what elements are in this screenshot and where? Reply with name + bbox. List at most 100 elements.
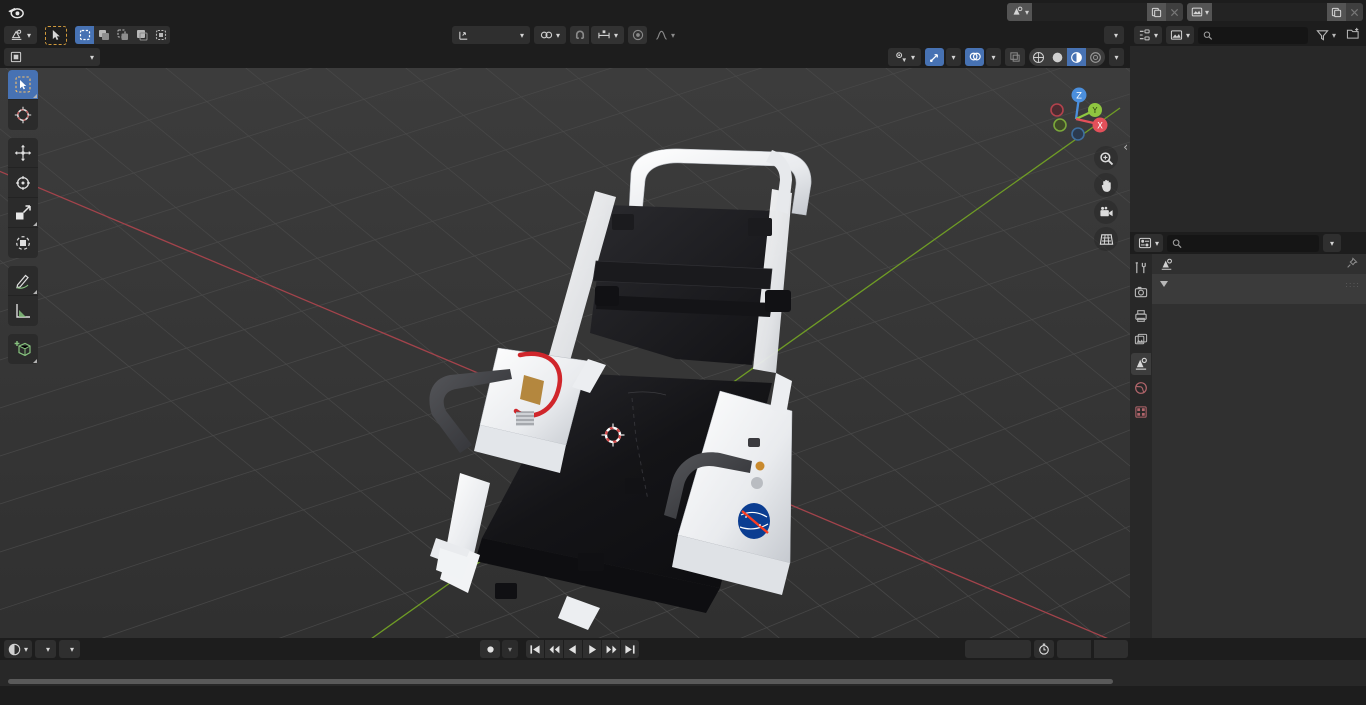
outliner-filter-dropdown[interactable]: ▾: [1312, 26, 1340, 44]
view-layer-icon[interactable]: ▾: [1186, 3, 1212, 21]
snap-target-dropdown[interactable]: ▾: [591, 26, 625, 44]
view-layer-id-block[interactable]: ▾: [1186, 3, 1363, 21]
toggle-perspective-icon[interactable]: [1094, 227, 1118, 251]
timeline-horizontal-scrollbar[interactable]: [8, 679, 1113, 684]
properties-search-field[interactable]: [1185, 236, 1315, 250]
current-frame-field[interactable]: [965, 640, 1031, 658]
select-subtract-icon[interactable]: [113, 26, 133, 44]
play-icon[interactable]: [583, 640, 601, 658]
zoom-icon[interactable]: [1094, 146, 1118, 170]
properties-tab-view-layer[interactable]: [1131, 329, 1151, 351]
solid-shading-icon[interactable]: [1048, 48, 1067, 66]
outliner-display-mode-dropdown[interactable]: ▾: [1134, 26, 1163, 44]
properties-tab-texture[interactable]: [1131, 401, 1151, 423]
stopwatch-icon[interactable]: [1034, 640, 1054, 658]
rotate-tool-button[interactable]: [8, 168, 38, 198]
frame-end-field[interactable]: [1094, 640, 1128, 658]
properties-search-input[interactable]: [1167, 234, 1320, 252]
object-mode-dropdown[interactable]: ▾: [4, 48, 100, 66]
jump-next-keyframe-icon[interactable]: [602, 640, 620, 658]
transport-controls: [526, 640, 639, 658]
jump-to-end-icon[interactable]: [621, 640, 639, 658]
annotate-tool-button[interactable]: [8, 266, 38, 296]
gizmo-dropdown[interactable]: ▾: [946, 48, 961, 66]
navigation-gizmo[interactable]: Z Y X: [1036, 76, 1108, 148]
scene-panel-fields: [1152, 294, 1366, 304]
view-layer-remove-button[interactable]: [1346, 3, 1363, 21]
outliner-search-input[interactable]: [1198, 26, 1308, 44]
tweak-tool-button[interactable]: [8, 70, 38, 100]
chevron-down-icon[interactable]: ▾: [1323, 234, 1342, 252]
timeline-keying-dropdown[interactable]: ▾: [59, 640, 81, 658]
overlays-dropdown[interactable]: ▾: [986, 48, 1001, 66]
timeline-playback-dropdown[interactable]: ▾: [35, 640, 57, 658]
scene-panel-header[interactable]: ::::: [1152, 274, 1366, 294]
material-preview-shading-icon[interactable]: [1067, 48, 1086, 66]
rendered-shading-icon[interactable]: [1086, 48, 1105, 66]
view-layer-name-field[interactable]: [1212, 3, 1327, 21]
timeline-marker-menu[interactable]: [102, 640, 118, 658]
transform-orientation-dropdown[interactable]: ▾: [452, 26, 530, 44]
select-invert-icon[interactable]: [132, 26, 152, 44]
wireframe-shading-icon[interactable]: [1029, 48, 1048, 66]
scene-id-block[interactable]: ▾: [1006, 3, 1183, 21]
add-cube-tool-button[interactable]: [8, 334, 38, 364]
timeline-view-menu[interactable]: [83, 640, 99, 658]
viewport-canvas[interactable]: Z Y X ‹: [0, 68, 1130, 638]
new-copy-icon[interactable]: [1327, 3, 1346, 21]
viewport-nav-buttons: [1094, 146, 1118, 251]
new-collection-icon[interactable]: [1344, 27, 1362, 43]
auto-keying-toggle[interactable]: [480, 640, 500, 658]
auto-keying-dropdown[interactable]: ▾: [502, 640, 518, 658]
properties-tab-render[interactable]: [1131, 281, 1151, 303]
active-tool-icon[interactable]: ▾: [4, 26, 38, 44]
move-tool-button[interactable]: [8, 138, 38, 168]
gizmo-icon[interactable]: [925, 48, 944, 66]
select-mode-group[interactable]: [75, 26, 171, 44]
pan-hand-icon[interactable]: [1094, 173, 1118, 197]
scene-icon[interactable]: ▾: [1006, 3, 1032, 21]
pin-icon[interactable]: [1346, 256, 1358, 272]
snap-magnet-icon[interactable]: [570, 26, 590, 44]
measure-tool-button[interactable]: [8, 296, 38, 326]
outliner-filter-id-dropdown[interactable]: ▾: [1166, 26, 1195, 44]
pivot-point-dropdown[interactable]: ▾: [534, 26, 567, 44]
overlays-icon[interactable]: [965, 48, 984, 66]
select-set-icon[interactable]: [75, 26, 95, 44]
timeline-editor: ▾ ▾ ▾ ▾: [0, 638, 1366, 686]
properties-tab-scene[interactable]: [1131, 353, 1151, 375]
scene-name-field[interactable]: [1031, 3, 1147, 21]
transform-tool-button[interactable]: [8, 228, 38, 258]
frame-start-field[interactable]: [1057, 640, 1091, 658]
blender-logo-icon[interactable]: [0, 0, 30, 24]
sidebar-collapse-arrow-icon[interactable]: ‹: [1123, 140, 1128, 154]
xray-icon[interactable]: [1005, 48, 1025, 66]
scene-unlink-button[interactable]: [1165, 3, 1183, 21]
play-reverse-icon[interactable]: [564, 640, 582, 658]
properties-editor-type-dropdown[interactable]: ▾: [1134, 234, 1164, 252]
properties-tab-world[interactable]: [1131, 377, 1151, 399]
shading-mode-group[interactable]: [1029, 48, 1105, 66]
search-icon: [1172, 238, 1182, 248]
nasa-chair-model[interactable]: [0, 68, 1130, 638]
shading-dropdown[interactable]: ▾: [1109, 48, 1124, 66]
properties-tab-output[interactable]: [1131, 305, 1151, 327]
properties-tab-tool[interactable]: [1131, 257, 1151, 279]
proportional-falloff-dropdown[interactable]: ▾: [649, 26, 681, 44]
outliner-search-field[interactable]: [1216, 28, 1303, 42]
viewport-options-dropdown[interactable]: ▾: [1103, 26, 1124, 44]
jump-to-start-icon[interactable]: [526, 640, 544, 658]
chair-buckle-right: [765, 290, 791, 312]
new-copy-icon[interactable]: [1146, 3, 1166, 21]
timeline-ruler[interactable]: [0, 660, 1366, 678]
select-intersect-icon[interactable]: [151, 26, 171, 44]
cursor-tool-button[interactable]: [8, 100, 38, 130]
scale-tool-button[interactable]: [8, 198, 38, 228]
proportional-edit-icon[interactable]: [628, 26, 648, 44]
camera-view-icon[interactable]: [1094, 200, 1118, 224]
tweak-tool-icon[interactable]: [45, 25, 68, 45]
timeline-editor-type-dropdown[interactable]: ▾: [4, 640, 33, 658]
select-extend-icon[interactable]: [94, 26, 114, 44]
jump-prev-keyframe-icon[interactable]: [545, 640, 563, 658]
show-hide-dropdown[interactable]: ▾: [887, 48, 921, 66]
